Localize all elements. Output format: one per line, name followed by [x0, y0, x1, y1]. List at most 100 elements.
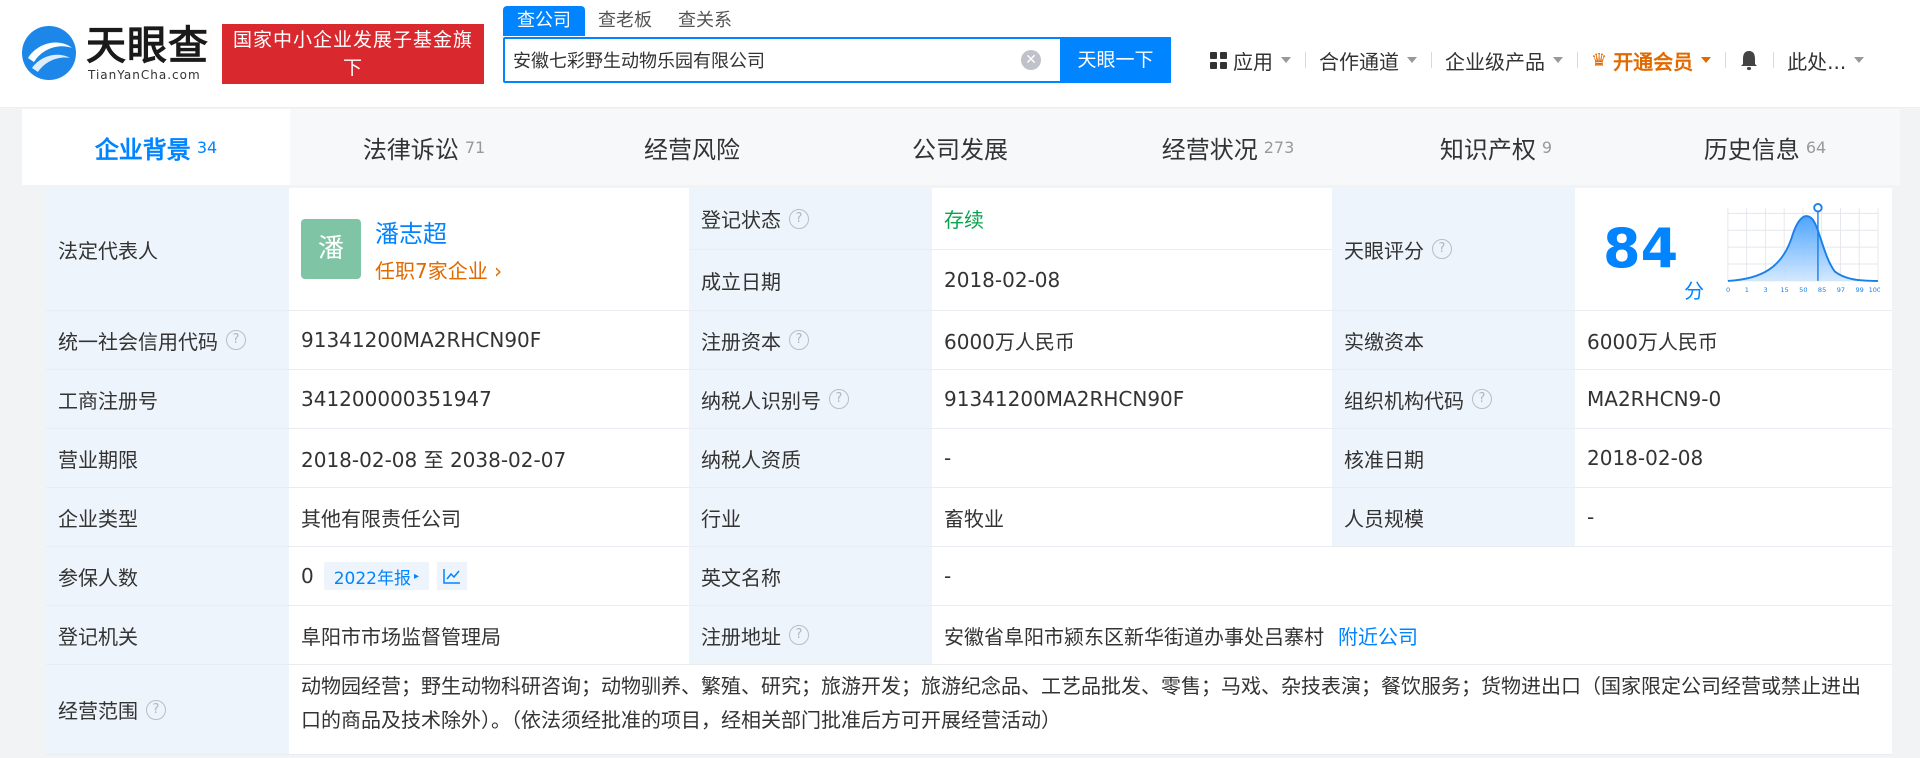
nearby-companies-link[interactable]: 附近公司 [1338, 621, 1418, 650]
nav-enterprise[interactable]: 企业级产品 [1431, 44, 1577, 76]
chart-tick-label: 100 [1869, 286, 1880, 294]
help-icon[interactable]: ? [1432, 239, 1452, 259]
help-icon[interactable]: ? [146, 699, 166, 720]
table-subrow: 成立日期 2018-02-08 [689, 250, 1332, 310]
chart-tick-label: 99 [1856, 286, 1864, 294]
help-icon[interactable]: ? [789, 330, 809, 350]
chart-tick-label: 0 [1726, 286, 1730, 294]
logo-text: 天眼查 [86, 23, 209, 69]
cell-label: 行业 [689, 488, 932, 546]
tab-count: 273 [1263, 137, 1295, 157]
annual-report-button[interactable]: 2022年报 ▸ [323, 562, 430, 590]
tab-background[interactable]: 企业背景 34 [22, 109, 290, 185]
cell-label: 企业类型 [46, 488, 289, 546]
table-row: 工商注册号 341200000351947 纳税人识别号? 91341200MA… [46, 370, 1892, 429]
nav-apps[interactable]: 应用 [1196, 44, 1305, 76]
cell-label: 注册地址? [689, 606, 932, 664]
cell-label: 人员规模 [1332, 488, 1575, 546]
crown-icon: ♛ [1591, 49, 1608, 71]
tab-operations[interactable]: 经营状况 273 [1094, 109, 1362, 185]
bell-icon [1741, 51, 1758, 70]
tab-label: 历史信息 [1703, 135, 1800, 164]
term-value: 2018-02-08 至 2038-02-07 [301, 447, 567, 472]
tab-count: 9 [1541, 137, 1553, 157]
chevron-down-icon [1854, 57, 1865, 63]
tab-legal[interactable]: 法律诉讼 71 [290, 109, 558, 185]
tab-ip[interactable]: 知识产权 9 [1362, 109, 1630, 185]
nav-notifications[interactable] [1725, 44, 1773, 76]
trend-chart-button[interactable] [437, 562, 468, 590]
chevron-down-icon [1553, 57, 1563, 63]
tab-history[interactable]: 历史信息 64 [1630, 109, 1900, 185]
legal-rep-name[interactable]: 潘志超 [375, 214, 502, 249]
chart-tick-label: 1 [1745, 286, 1749, 294]
search-tab-boss[interactable]: 查老板 [585, 6, 665, 36]
trend-chart-icon [443, 569, 461, 584]
cell-label-text: 注册地址 [701, 624, 781, 649]
chevron-down-icon [1701, 57, 1712, 63]
tab-label: 企业背景 [94, 135, 191, 164]
status-date-group: 登记状态? 存续 成立日期 2018-02-08 [689, 188, 1332, 310]
score-cell[interactable]: 84 分 0 1 3 15 50 85 97 99 100 [1575, 188, 1892, 310]
search-input[interactable] [513, 39, 1013, 81]
cell-label: 登记机关 [46, 606, 289, 664]
cell-label-text: 登记状态 [701, 208, 781, 232]
badge-line-1: 国家中小企业发展子基金旗下 [232, 29, 473, 79]
help-icon[interactable]: ? [226, 330, 246, 350]
score-marker-dot [1813, 203, 1823, 213]
logo-eye-icon [22, 26, 76, 80]
tab-label: 公司发展 [912, 135, 1008, 164]
search-button[interactable]: 天眼一下 [1060, 37, 1171, 83]
address-cell: 安徽省阜阳市颍东区新华街道办事处吕寨村 附近公司 [932, 606, 1892, 664]
est-date-value: 2018-02-08 [944, 268, 1061, 292]
en-name-value: - [944, 564, 952, 588]
legal-rep-companies-link[interactable]: 任职7家企业 › [375, 255, 502, 284]
help-icon[interactable]: ? [829, 389, 849, 409]
tab-risk[interactable]: 经营风险 [558, 109, 826, 185]
cell-label: 统一社会信用代码? [46, 311, 289, 369]
score-curve-area [1728, 216, 1879, 281]
cell-label: 经营范围? [46, 665, 289, 754]
search-tab-relation[interactable]: 查关系 [665, 6, 745, 36]
cell-label: 核准日期 [1332, 429, 1575, 487]
search-tab-company[interactable]: 查公司 [503, 6, 585, 36]
site-logo[interactable]: 天眼查 TianYanCha.com [20, 22, 210, 84]
section-tabs: 企业背景 34 法律诉讼 71 经营风险 公司发展 经营状况 273 知识产权 9 历史… [22, 109, 1900, 185]
nav-user[interactable]: 此处... [1773, 44, 1878, 76]
cell-label-text: 组织机构代码 [1344, 388, 1464, 413]
approve-date-value: 2018-02-08 [1587, 446, 1704, 470]
table-row: 统一社会信用代码? 91341200MA2RHCN90F 注册资本? 6000万… [46, 311, 1892, 370]
tab-label: 法律诉讼 [362, 135, 459, 164]
cell-label-text: 天眼评分 [1344, 238, 1424, 263]
nav-partner-label: 合作通道 [1319, 49, 1399, 74]
chart-tick-label: 85 [1818, 286, 1826, 294]
help-icon[interactable]: ? [789, 208, 809, 229]
taxpayer-qual-value: - [944, 446, 952, 470]
chart-tick-label: 97 [1837, 286, 1845, 294]
tab-count: 34 [196, 137, 218, 157]
biz-reg-no-value: 341200000351947 [301, 387, 492, 411]
table-row: 经营范围? 动物园经营；野生动物科研咨询；动物驯养、繁殖、研究；旅游开发；旅游纪… [46, 665, 1892, 755]
type-value: 其他有限责任公司 [301, 506, 461, 531]
taxpayer-id-value: 91341200MA2RHCN90F [944, 387, 1185, 411]
cell-label: 法定代表人 [46, 188, 289, 310]
cell-label: 工商注册号 [46, 370, 289, 428]
insured-value: 0 [301, 564, 314, 588]
nav-vip[interactable]: ♛ 开通会员 [1577, 44, 1725, 76]
nav-partner[interactable]: 合作通道 [1305, 44, 1431, 76]
search-area: 查公司 查老板 查关系 ✕ [503, 6, 1171, 83]
cell-label-text: 统一社会信用代码 [58, 329, 218, 354]
legal-rep-cell: 潘 潘志超 任职7家企业 › [289, 188, 689, 310]
avatar[interactable]: 潘 [301, 219, 361, 279]
help-icon[interactable]: ? [789, 625, 809, 645]
table-row: 登记机关 阜阳市市场监督管理局 注册地址? 安徽省阜阳市颍东区新华街道办事处吕寨… [46, 606, 1892, 665]
reg-capital-value: 6000万人民币 [944, 329, 1075, 354]
cell-label: 参保人数 [46, 547, 289, 605]
clear-icon[interactable]: ✕ [1021, 50, 1041, 70]
chart-tick-label: 15 [1781, 286, 1789, 294]
top-header: 天眼查 TianYanCha.com 国家中小企业发展子基金旗下 官方备案企业征… [0, 0, 1920, 108]
help-icon[interactable]: ? [1472, 389, 1492, 409]
cell-label: 营业期限 [46, 429, 289, 487]
tab-development[interactable]: 公司发展 [826, 109, 1094, 185]
nav-enterprise-label: 企业级产品 [1445, 49, 1545, 74]
